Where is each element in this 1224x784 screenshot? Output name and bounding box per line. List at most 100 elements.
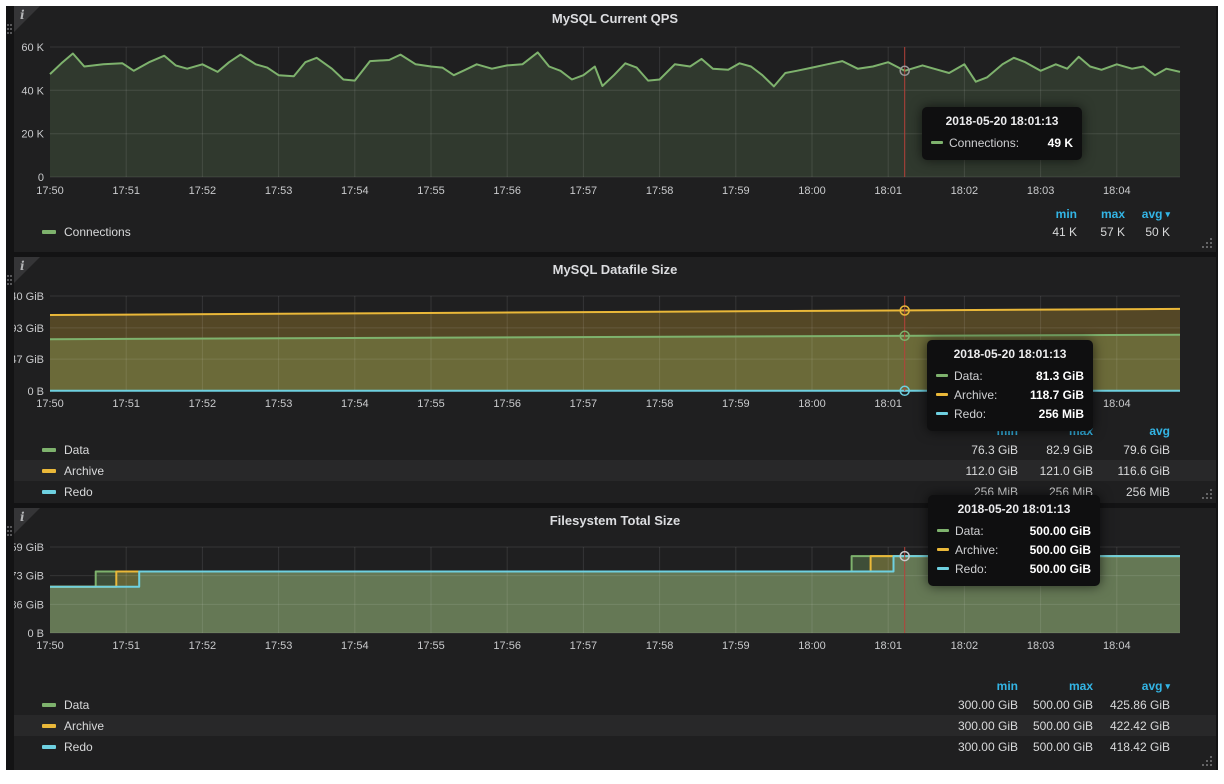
tooltip-series-value: 256 MiB (1027, 407, 1084, 421)
svg-text:17:52: 17:52 (189, 640, 217, 652)
stat-header-min[interactable]: min (1017, 207, 1077, 221)
legend-label[interactable]: Connections (64, 225, 131, 239)
stat-header-max[interactable]: max (1018, 679, 1093, 693)
svg-text:18:02: 18:02 (951, 185, 979, 197)
legend-row-data: Data76.3 GiB82.9 GiB79.6 GiB (14, 439, 1216, 460)
svg-text:18:01: 18:01 (874, 640, 902, 652)
stat-header-avg[interactable]: avg (1093, 424, 1170, 438)
stat-max-value: 500.00 GiB (1018, 740, 1093, 754)
svg-text:17:57: 17:57 (570, 640, 598, 652)
svg-text:17:59: 17:59 (722, 398, 750, 410)
sort-caret-icon: ▾ (1165, 209, 1170, 220)
legend-label[interactable]: Archive (64, 464, 104, 478)
svg-text:18:03: 18:03 (1027, 640, 1055, 652)
svg-text:186 GiB: 186 GiB (14, 599, 44, 611)
svg-text:17:56: 17:56 (493, 640, 521, 652)
tooltip-series-label: Connections: (949, 136, 1019, 150)
legend-row-data: Data300.00 GiB500.00 GiB425.86 GiB (14, 694, 1216, 715)
panel-title[interactable]: MySQL Datafile Size (14, 262, 1216, 277)
stat-avg-value: 418.42 GiB (1093, 740, 1170, 754)
tooltip-series-value: 118.7 GiB (1018, 388, 1084, 402)
svg-text:17:58: 17:58 (646, 185, 674, 197)
legend-swatch-icon (42, 703, 56, 707)
legend-row-connections: Connections41 K57 K50 K (14, 222, 1216, 242)
stat-min-value: 300.00 GiB (928, 740, 1018, 754)
stat-min-value: 41 K (1017, 225, 1077, 239)
x-axis-labels: 17:5017:5117:5217:5317:5417:5517:5617:57… (36, 640, 1130, 652)
svg-text:93 GiB: 93 GiB (14, 323, 44, 335)
tooltip-row: Redo:256 MiB (936, 404, 1084, 423)
svg-text:17:55: 17:55 (417, 185, 445, 197)
svg-text:18:00: 18:00 (798, 185, 826, 197)
legend-stats-header: minmaxavg▾ (14, 678, 1216, 694)
panel-drag-handle-icon[interactable] (7, 526, 13, 538)
stat-avg-value: 425.86 GiB (1093, 698, 1170, 712)
svg-text:17:59: 17:59 (722, 185, 750, 197)
tooltip-series-dash-icon (936, 374, 948, 377)
legend-row-archive: Archive300.00 GiB500.00 GiB422.42 GiB (14, 715, 1216, 736)
svg-text:17:51: 17:51 (112, 398, 140, 410)
info-icon: i (20, 259, 25, 273)
resize-handle-icon[interactable] (1202, 756, 1213, 767)
tooltip-series-label: Data: (955, 524, 984, 538)
svg-text:17:53: 17:53 (265, 185, 293, 197)
panel-info-corner[interactable]: i (14, 257, 40, 283)
svg-text:18:04: 18:04 (1103, 398, 1131, 410)
panel-info-corner[interactable]: i (14, 6, 40, 32)
panel-drag-handle-icon[interactable] (7, 24, 13, 36)
panel-drag-handle-icon[interactable] (7, 275, 13, 287)
legend-label[interactable]: Data (64, 443, 89, 457)
resize-handle-icon[interactable] (1202, 238, 1213, 249)
tooltip-series-value: 500.00 GiB (1018, 543, 1091, 557)
stat-header-avg[interactable]: avg▾ (1125, 207, 1170, 221)
svg-text:17:54: 17:54 (341, 640, 369, 652)
stat-header-avg[interactable]: avg▾ (1093, 679, 1170, 693)
stat-header-max[interactable]: max (1077, 207, 1125, 221)
stat-header-min[interactable]: min (928, 679, 1018, 693)
dashboard: i MySQL Current QPS 020 K40 K60 K17:5017… (6, 6, 1218, 770)
legend-swatch-icon (42, 230, 56, 234)
svg-text:18:02: 18:02 (951, 640, 979, 652)
svg-text:17:51: 17:51 (112, 640, 140, 652)
stat-avg-value: 50 K (1125, 225, 1170, 239)
y-axis-labels: 020 K40 K60 K (21, 42, 44, 184)
svg-text:17:57: 17:57 (570, 398, 598, 410)
svg-text:140 GiB: 140 GiB (14, 291, 44, 303)
tooltip-series-label: Redo: (955, 562, 987, 576)
legend-label[interactable]: Archive (64, 719, 104, 733)
resize-handle-icon[interactable] (1202, 489, 1213, 500)
tooltip-row: Connections:49 K (931, 133, 1073, 152)
svg-text:17:50: 17:50 (36, 640, 64, 652)
legend-row-archive: Archive112.0 GiB121.0 GiB116.6 GiB (14, 460, 1216, 481)
svg-text:60 K: 60 K (21, 42, 44, 54)
panel-info-corner[interactable]: i (14, 508, 40, 534)
panel-title[interactable]: MySQL Current QPS (14, 11, 1216, 26)
legend-swatch-icon (42, 745, 56, 749)
tooltip-row: Archive: 118.7 GiB (936, 385, 1084, 404)
tooltip-qps: 2018-05-20 18:01:13 Connections:49 K (922, 107, 1082, 160)
tooltip-series-dash-icon (936, 393, 948, 396)
svg-text:17:56: 17:56 (493, 185, 521, 197)
x-axis-labels: 17:5017:5117:5217:5317:5417:5517:5617:57… (36, 185, 1130, 197)
svg-text:47 GiB: 47 GiB (14, 354, 44, 366)
svg-text:0 B: 0 B (27, 386, 44, 398)
tooltip-series-label: Archive: (954, 388, 997, 402)
tooltip-row: Data:81.3 GiB (936, 366, 1084, 385)
legend-label[interactable]: Redo (64, 740, 93, 754)
legend-stats-header: minmaxavg▾ (14, 206, 1216, 222)
svg-text:18:04: 18:04 (1103, 640, 1131, 652)
tooltip-row: Redo:500.00 GiB (937, 559, 1091, 578)
tooltip-series-dash-icon (937, 548, 949, 551)
tooltip-series-dash-icon (937, 567, 949, 570)
stat-avg-value: 116.6 GiB (1093, 464, 1170, 478)
info-icon: i (20, 8, 25, 22)
svg-text:17:52: 17:52 (189, 398, 217, 410)
legend-swatch-icon (42, 448, 56, 452)
svg-text:373 GiB: 373 GiB (14, 571, 44, 583)
tooltip-series-value: 500.00 GiB (1018, 524, 1091, 538)
svg-text:40 K: 40 K (21, 85, 44, 97)
svg-text:17:53: 17:53 (265, 398, 293, 410)
legend-label[interactable]: Redo (64, 485, 93, 499)
legend-label[interactable]: Data (64, 698, 89, 712)
svg-text:559 GiB: 559 GiB (14, 542, 44, 554)
